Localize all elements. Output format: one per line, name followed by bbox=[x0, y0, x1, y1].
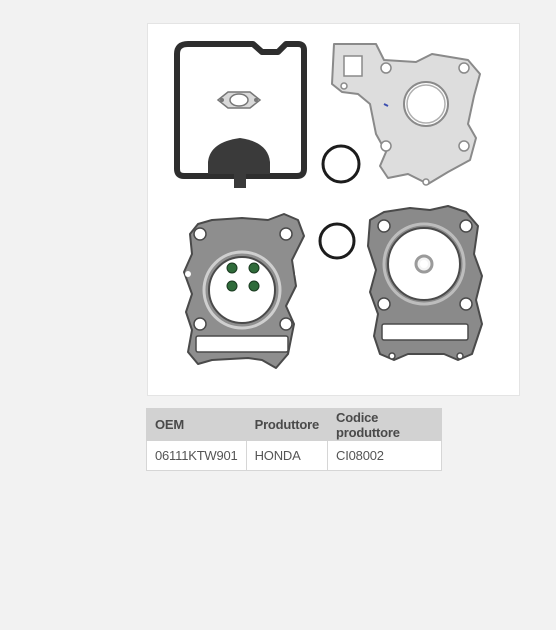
column-header-manufacturer: Produttore bbox=[245, 408, 329, 441]
table-row: 06111KTW901 HONDA CI08002 bbox=[146, 440, 443, 471]
gasket-kit-photo-icon bbox=[174, 41, 483, 369]
cylinder-base-gasket bbox=[331, 43, 481, 186]
table-header-row: OEM Produttore Codice produttore bbox=[146, 408, 443, 441]
cell-manufacturer-code: CI08002 bbox=[327, 440, 443, 471]
column-header-oem: OEM bbox=[146, 408, 247, 441]
head-gasket bbox=[183, 213, 305, 369]
cylinder-gasket bbox=[367, 205, 483, 361]
oem-reference-table: OEM Produttore Codice produttore 06111KT… bbox=[146, 408, 443, 471]
cell-manufacturer: HONDA bbox=[245, 440, 329, 471]
product-image[interactable] bbox=[147, 23, 520, 396]
o-ring-top bbox=[321, 144, 361, 184]
column-header-manufacturer-code: Codice produttore bbox=[327, 408, 443, 441]
valve-cover-gasket bbox=[174, 41, 307, 188]
cell-oem-code: 06111KTW901 bbox=[146, 440, 247, 471]
o-ring-bottom bbox=[318, 222, 356, 260]
